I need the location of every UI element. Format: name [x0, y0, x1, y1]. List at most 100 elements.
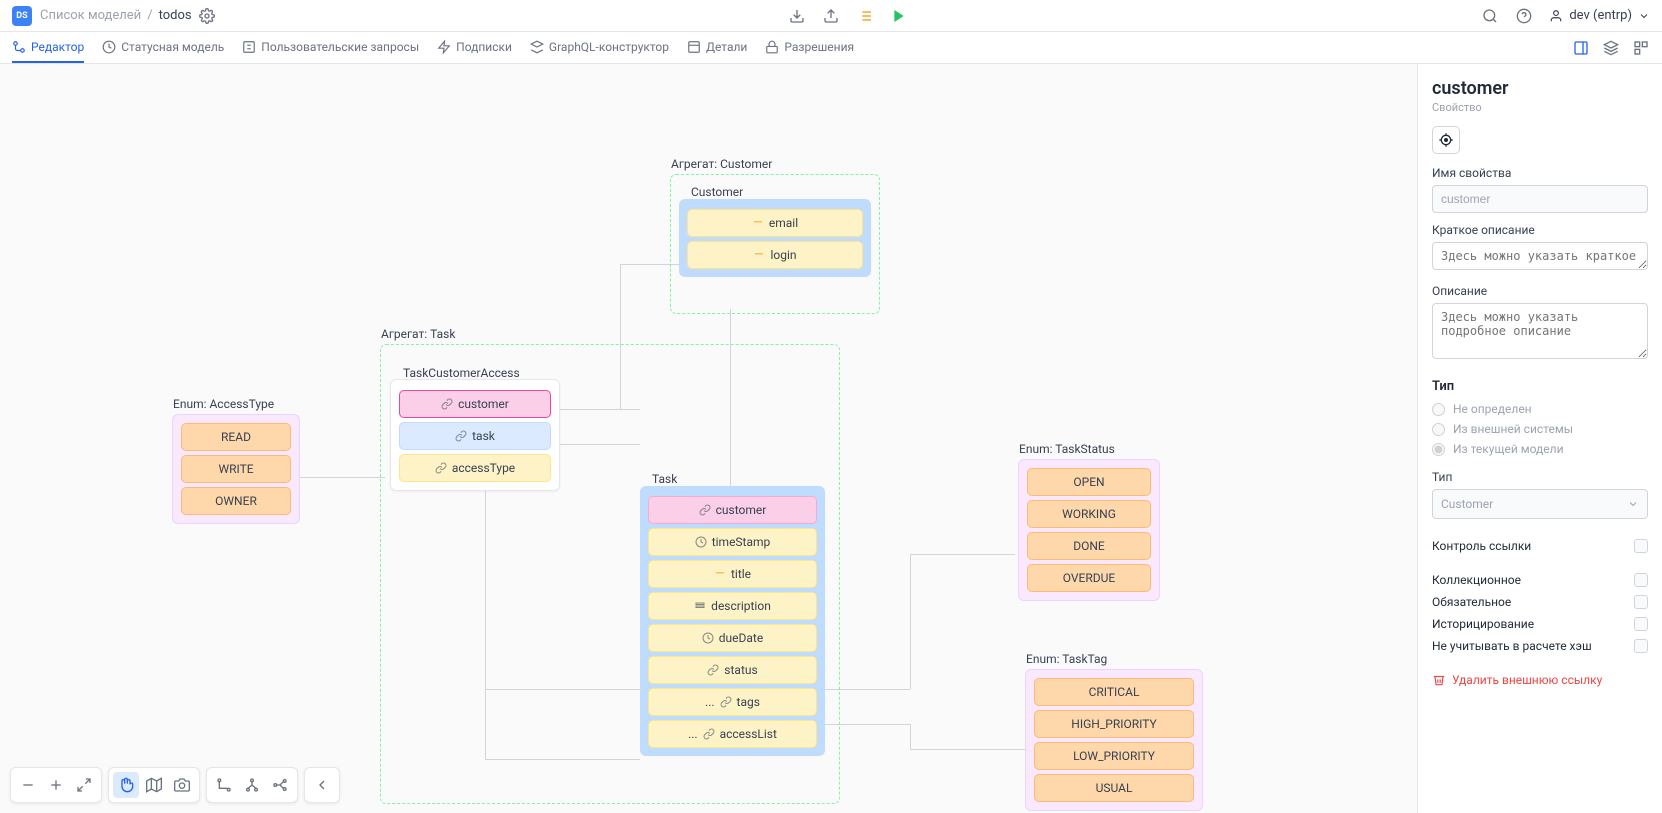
layout2-button[interactable]	[239, 772, 265, 798]
tab-label: Детали	[706, 40, 747, 54]
enum-accesstype[interactable]: Enum: AccessType READ WRITE OWNER	[172, 414, 300, 524]
play-icon[interactable]	[890, 7, 908, 25]
tab-permissions[interactable]: Разрешения	[765, 32, 854, 63]
field-customer[interactable]: customer	[399, 390, 551, 418]
tab-status[interactable]: Статусная модель	[102, 32, 224, 63]
help-icon[interactable]	[1515, 7, 1533, 25]
field-tags[interactable]: ...tags	[648, 688, 817, 716]
breadcrumb: Список моделей / todos	[40, 7, 216, 25]
entity-title: Task	[648, 472, 817, 486]
entity-title: Customer	[687, 185, 863, 199]
field-email[interactable]: email	[687, 209, 863, 237]
tab-label: Редактор	[31, 40, 84, 54]
field-login[interactable]: login	[687, 241, 863, 269]
tab-label: Статусная модель	[121, 40, 224, 54]
zoom-out-button[interactable]	[15, 772, 41, 798]
panel-toggle-icon[interactable]	[1572, 39, 1590, 57]
field-customer[interactable]: customer	[648, 496, 817, 524]
chevron-down-icon	[1638, 10, 1650, 22]
search-icon[interactable]	[1481, 7, 1499, 25]
settings-icon[interactable]	[198, 7, 216, 25]
delete-link-button[interactable]: Удалить внешнюю ссылку	[1432, 673, 1648, 687]
tab-label: Разрешения	[784, 40, 854, 54]
enum-value[interactable]: WRITE	[181, 455, 291, 483]
camera-button[interactable]	[169, 772, 195, 798]
logo: DS	[12, 6, 32, 26]
type-select[interactable]: Customer	[1432, 489, 1648, 519]
tab-details[interactable]: Детали	[687, 32, 747, 63]
field-duedate[interactable]: dueDate	[648, 624, 817, 652]
enum-value[interactable]: CRITICAL	[1034, 678, 1194, 706]
enum-label: Enum: TaskStatus	[1019, 442, 1115, 456]
field-description[interactable]: description	[648, 592, 817, 620]
breadcrumb-sep: /	[147, 8, 152, 23]
type-radio-current[interactable]: Из текущей модели	[1432, 442, 1648, 456]
field-timestamp[interactable]: timeStamp	[648, 528, 817, 556]
enum-taskstatus[interactable]: Enum: TaskStatus OPEN WORKING DONE OVERD…	[1018, 459, 1160, 601]
enum-value[interactable]: READ	[181, 423, 291, 451]
user-menu[interactable]: dev (entrp)	[1549, 8, 1650, 23]
type2-label: Тип	[1432, 470, 1648, 484]
field-accesstype[interactable]: accessType	[399, 454, 551, 482]
tab-label: Пользовательские запросы	[261, 40, 419, 54]
desc-label: Описание	[1432, 284, 1648, 298]
aggregate-customer[interactable]: Агрегат: Customer Customer email login	[670, 174, 880, 314]
enum-value[interactable]: OWNER	[181, 487, 291, 515]
shortdesc-input[interactable]	[1432, 242, 1648, 270]
enum-value[interactable]: USUAL	[1034, 774, 1194, 802]
fit-button[interactable]	[71, 772, 97, 798]
app-header: DS Список моделей / todos dev (entrp)	[0, 0, 1662, 32]
tab-subscriptions[interactable]: Подписки	[437, 32, 512, 63]
breadcrumb-root[interactable]: Список моделей	[40, 8, 141, 23]
enum-value[interactable]: LOW_PRIORITY	[1034, 742, 1194, 770]
layers-icon[interactable]	[1602, 39, 1620, 57]
switch-ref-control[interactable]: Контроль ссылки	[1432, 539, 1648, 553]
zoom-in-button[interactable]	[43, 772, 69, 798]
enum-value[interactable]: DONE	[1027, 532, 1151, 560]
collapse-button[interactable]	[309, 772, 335, 798]
enum-tasktag[interactable]: Enum: TaskTag CRITICAL HIGH_PRIORITY LOW…	[1025, 669, 1203, 811]
field-task[interactable]: task	[399, 422, 551, 450]
entity-customer[interactable]: Customer email login	[679, 199, 871, 277]
map-button[interactable]	[141, 772, 167, 798]
aggregate-label: Агрегат: Task	[381, 327, 455, 341]
diagram-canvas[interactable]: Агрегат: Customer Customer email login А…	[0, 64, 1417, 813]
list-icon[interactable]	[856, 7, 874, 25]
panel-subtitle: Свойство	[1432, 101, 1648, 114]
enum-value[interactable]: WORKING	[1027, 500, 1151, 528]
field-title[interactable]: title	[648, 560, 817, 588]
pan-tool-button[interactable]	[113, 772, 139, 798]
type-radio-undefined[interactable]: Не определен	[1432, 402, 1648, 416]
panel-title: customer	[1432, 78, 1648, 99]
expand-icon[interactable]	[1632, 39, 1650, 57]
enum-value[interactable]: OPEN	[1027, 468, 1151, 496]
tab-label: Подписки	[456, 40, 512, 54]
tab-graphql[interactable]: GraphQL-конструктор	[530, 32, 669, 63]
tab-editor[interactable]: Редактор	[12, 32, 84, 63]
entity-taskcustomeraccess[interactable]: TaskCustomerAccess customer task accessT…	[390, 379, 560, 491]
desc-input[interactable]	[1432, 303, 1648, 359]
enum-label: Enum: AccessType	[173, 397, 274, 411]
export-icon[interactable]	[822, 7, 840, 25]
type-heading: Тип	[1432, 379, 1648, 394]
layout1-button[interactable]	[211, 772, 237, 798]
user-name: dev (entrp)	[1569, 8, 1632, 23]
switch-required[interactable]: Обязательное	[1432, 595, 1648, 609]
field-accesslist[interactable]: ...accessList	[648, 720, 817, 748]
layout3-button[interactable]	[267, 772, 293, 798]
entity-task[interactable]: Task customer timeStamp title descriptio…	[640, 486, 825, 756]
field-status[interactable]: status	[648, 656, 817, 684]
breadcrumb-current[interactable]: todos	[159, 8, 192, 23]
property-panel: customer Свойство Имя свойства Краткое о…	[1417, 64, 1662, 813]
locate-button[interactable]	[1432, 126, 1460, 154]
tab-queries[interactable]: Пользовательские запросы	[242, 32, 419, 63]
import-icon[interactable]	[788, 7, 806, 25]
switch-collection[interactable]: Коллекционное	[1432, 573, 1648, 587]
switch-skiphash[interactable]: Не учитывать в расчете хэш	[1432, 639, 1648, 653]
type-radio-external[interactable]: Из внешней системы	[1432, 422, 1648, 436]
enum-value[interactable]: HIGH_PRIORITY	[1034, 710, 1194, 738]
switch-history[interactable]: Историцирование	[1432, 617, 1648, 631]
aggregate-label: Агрегат: Customer	[671, 157, 772, 171]
name-input[interactable]	[1432, 185, 1648, 213]
enum-value[interactable]: OVERDUE	[1027, 564, 1151, 592]
